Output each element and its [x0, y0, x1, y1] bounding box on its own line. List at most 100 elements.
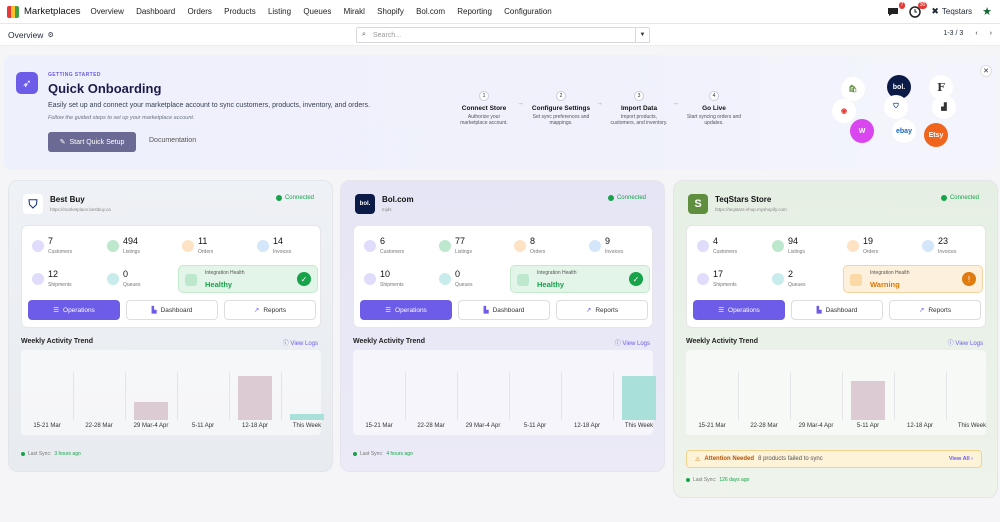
- sync-dot-icon: [353, 452, 357, 456]
- menu-mirakl[interactable]: Mirakl: [344, 7, 365, 16]
- activity-badge: 30: [917, 1, 928, 9]
- stat-queues[interactable]: 0 Queues: [435, 265, 503, 293]
- stat-invoices[interactable]: 14 Invoices: [253, 232, 321, 260]
- search-dropdown-icon[interactable]: ▼: [635, 28, 649, 42]
- stat-value: 17: [713, 269, 724, 279]
- view-logs-link[interactable]: ⓘ View Logs: [283, 338, 318, 347]
- stat-shipments[interactable]: 12 Shipments: [28, 265, 96, 293]
- menu-orders[interactable]: Orders: [187, 7, 211, 16]
- menu-configuration[interactable]: Configuration: [504, 7, 552, 16]
- prev-page-icon[interactable]: ‹: [975, 30, 977, 37]
- stat-listings[interactable]: 494 Listings: [103, 232, 171, 260]
- menu-bolcom[interactable]: Bol.com: [416, 7, 445, 16]
- start-quick-setup-button[interactable]: ✎ Start Quick Setup: [48, 132, 136, 152]
- menu-shopify[interactable]: Shopify: [377, 7, 404, 16]
- app-grid-icon[interactable]: [7, 5, 19, 18]
- sync-dot-icon: [21, 452, 25, 456]
- warning-icon: ⚠: [695, 456, 701, 463]
- stat-value: 23: [938, 236, 949, 246]
- button-label: Reports: [595, 306, 619, 314]
- stat-listings[interactable]: 94 Listings: [768, 232, 836, 260]
- control-panel: Overview ⚙ ⌕ Search... ▼ 1-3 / 3 ‹ ›: [0, 24, 1000, 46]
- operations-button[interactable]: ☰ Operations: [28, 300, 120, 320]
- dashboard-button[interactable]: ▙ Dashboard: [458, 300, 550, 320]
- stat-customers[interactable]: 4 Customers: [693, 232, 761, 260]
- trend-bar[interactable]: [622, 376, 656, 420]
- week-label: 29 Mar-4 Apr: [465, 423, 501, 429]
- week-label: This Week: [624, 423, 654, 429]
- stat-invoices[interactable]: 9 Invoices: [585, 232, 653, 260]
- trend-bar[interactable]: [238, 376, 272, 420]
- menu-overview[interactable]: Overview: [91, 7, 124, 16]
- search-icon: ⌕: [362, 31, 366, 38]
- trend-bar[interactable]: [851, 381, 885, 420]
- step-desc: Authorize your marketplace account.: [460, 114, 508, 126]
- card-actions: ☰ Operations ▙ Dashboard ↗ Reports: [360, 300, 648, 320]
- shopify-logo-icon: S: [688, 194, 708, 214]
- stat-orders[interactable]: 11 Orders: [178, 232, 246, 260]
- stat-orders[interactable]: 8 Orders: [510, 232, 578, 260]
- onboarding-banner: ➶ GETTING STARTED Quick Onboarding Easil…: [4, 55, 998, 170]
- step-import: 3 Import Data Import products, customers, …: [609, 91, 669, 126]
- button-label: Reports: [263, 306, 287, 314]
- marketplace-card-bolcom: bol. Bol.com mjds Connected 6 Customers 7…: [340, 180, 665, 472]
- stat-shipments[interactable]: 17 Shipments: [693, 265, 761, 293]
- stat-queues[interactable]: 0 Queues: [103, 265, 171, 293]
- view-logs-link[interactable]: ⓘ View Logs: [615, 338, 650, 347]
- stat-customers[interactable]: 6 Customers: [360, 232, 428, 260]
- operations-button[interactable]: ☰ Operations: [693, 300, 785, 320]
- stat-customers[interactable]: 7 Customers: [28, 232, 96, 260]
- menu-dashboard[interactable]: Dashboard: [136, 7, 175, 16]
- company-switcher[interactable]: ✖ Teqstars: [931, 6, 972, 17]
- attention-title: Attention Needed: [704, 456, 755, 462]
- gear-icon[interactable]: ⚙: [47, 31, 53, 39]
- pager-value[interactable]: 1-3 / 3: [943, 30, 963, 37]
- integration-health: Integration Health Warning!: [843, 265, 983, 293]
- menu-products[interactable]: Products: [224, 7, 256, 16]
- integration-health: Integration Health Healthy ✓: [510, 265, 650, 293]
- cart-icon: [847, 240, 859, 252]
- stat-shipments[interactable]: 10 Shipments: [360, 265, 428, 293]
- arrow-right-icon: →: [517, 100, 524, 107]
- status-badge: Connected: [940, 195, 979, 201]
- stat-queues[interactable]: 2 Queues: [768, 265, 836, 293]
- view-all-link[interactable]: View All ›: [949, 456, 973, 462]
- truck-icon: [32, 273, 44, 285]
- invoice-icon: [589, 240, 601, 252]
- button-label: Operations: [395, 306, 427, 314]
- activity-icon[interactable]: 30: [909, 1, 928, 18]
- view-logs-label: View Logs: [290, 341, 318, 347]
- app-name[interactable]: Marketplaces: [24, 6, 81, 17]
- dashboard-button[interactable]: ▙ Dashboard: [791, 300, 883, 320]
- last-sync-label: Last Sync:: [693, 477, 717, 483]
- trend-bar[interactable]: [134, 402, 168, 420]
- search-input[interactable]: ⌕ Search... ▼: [356, 27, 650, 43]
- dashboard-icon: ▙: [816, 307, 822, 314]
- user-avatar[interactable]: ★: [982, 5, 992, 18]
- dashboard-button[interactable]: ▙ Dashboard: [126, 300, 218, 320]
- grid-line: [405, 372, 406, 420]
- reports-button[interactable]: ↗ Reports: [889, 300, 981, 320]
- documentation-link[interactable]: Documentation: [149, 137, 196, 144]
- next-page-icon[interactable]: ›: [990, 30, 992, 37]
- grid-line: [509, 372, 510, 420]
- shopify-logo-icon: 🛍: [841, 77, 865, 101]
- queue-icon: [107, 273, 119, 285]
- chart-icon: ↗: [253, 307, 260, 314]
- close-icon[interactable]: ✕: [980, 65, 992, 77]
- chat-icon[interactable]: 7: [887, 1, 906, 18]
- status-badge: Connected: [275, 195, 314, 201]
- view-logs-link[interactable]: ⓘ View Logs: [948, 338, 983, 347]
- stat-listings[interactable]: 77 Listings: [435, 232, 503, 260]
- operations-button[interactable]: ☰ Operations: [360, 300, 452, 320]
- listing-icon: [107, 240, 119, 252]
- reports-button[interactable]: ↗ Reports: [556, 300, 648, 320]
- trend-bar[interactable]: [290, 414, 324, 420]
- menu-reporting[interactable]: Reporting: [457, 7, 492, 16]
- stat-orders[interactable]: 19 Orders: [843, 232, 911, 260]
- menu-listing[interactable]: Listing: [268, 7, 291, 16]
- menu-queues[interactable]: Queues: [303, 7, 331, 16]
- stat-invoices[interactable]: 23 Invoices: [918, 232, 986, 260]
- ebay-logo-icon: ebay: [892, 119, 916, 143]
- reports-button[interactable]: ↗ Reports: [224, 300, 316, 320]
